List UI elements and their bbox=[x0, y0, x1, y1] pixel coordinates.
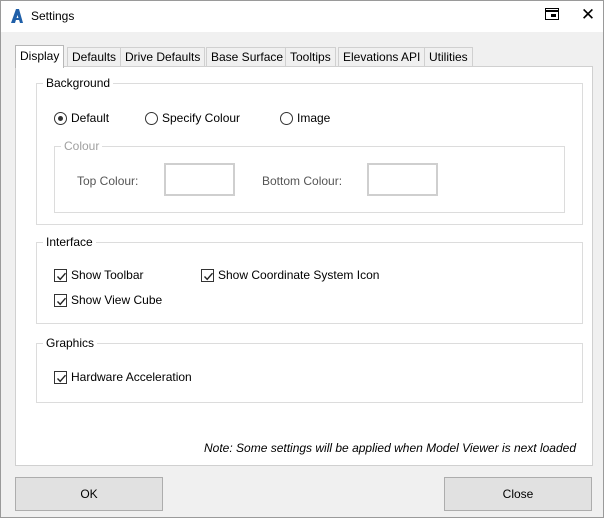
interface-group-title: Interface bbox=[43, 234, 96, 250]
radio-indicator bbox=[280, 111, 293, 125]
close-button[interactable]: Close bbox=[444, 477, 592, 511]
title-bar[interactable]: Settings ✕ bbox=[1, 1, 603, 32]
colour-group: Colour Top Colour: Bottom Colour: bbox=[54, 138, 565, 213]
settings-dialog: Settings ✕ Display Defaults Drive Defaul… bbox=[0, 0, 604, 518]
interface-group: Interface Show Toolbar Show Coordinate S… bbox=[36, 234, 583, 324]
tab-drive-defaults[interactable]: Drive Defaults bbox=[120, 47, 206, 67]
bottom-colour-swatch[interactable] bbox=[367, 163, 438, 196]
restore-window-icon bbox=[545, 8, 559, 20]
checkmark-icon bbox=[56, 374, 67, 382]
checkmark-icon bbox=[56, 272, 67, 280]
hardware-acceleration-label: Hardware Acceleration bbox=[71, 370, 192, 384]
restore-button[interactable] bbox=[538, 3, 566, 25]
show-coordinate-icon-checkbox[interactable]: Show Coordinate System Icon bbox=[201, 267, 379, 283]
top-colour-label: Top Colour: bbox=[77, 174, 139, 188]
tab-display[interactable]: Display bbox=[15, 45, 65, 68]
show-coordinate-icon-label: Show Coordinate System Icon bbox=[218, 268, 380, 282]
display-tab-panel: Background Default Specify Colour Image … bbox=[15, 66, 593, 466]
tab-base-surface[interactable]: Base Surface bbox=[206, 47, 289, 67]
close-window-button[interactable]: ✕ bbox=[574, 3, 602, 25]
graphics-group: Graphics Hardware Acceleration bbox=[36, 335, 583, 403]
autodesk-a-icon bbox=[11, 9, 23, 23]
hardware-acceleration-checkbox[interactable]: Hardware Acceleration bbox=[54, 369, 192, 385]
radio-default-label: Default bbox=[71, 111, 110, 125]
graphics-group-title: Graphics bbox=[43, 335, 98, 351]
background-group: Background Default Specify Colour Image … bbox=[36, 75, 583, 225]
checkbox-box bbox=[54, 268, 67, 282]
close-icon: ✕ bbox=[580, 4, 596, 24]
bottom-colour-label: Bottom Colour: bbox=[262, 174, 343, 188]
checkbox-box bbox=[201, 268, 214, 282]
top-colour-swatch[interactable] bbox=[164, 163, 235, 196]
settings-note: Note: Some settings will be applied when… bbox=[204, 441, 576, 455]
radio-indicator bbox=[54, 111, 67, 125]
checkbox-box bbox=[54, 293, 67, 307]
tab-utilities[interactable]: Utilities bbox=[424, 47, 473, 67]
radio-default[interactable]: Default bbox=[54, 110, 109, 126]
ok-button[interactable]: OK bbox=[15, 477, 163, 511]
checkmark-icon bbox=[56, 297, 67, 305]
radio-image-label: Image bbox=[297, 111, 331, 125]
radio-specify-colour-label: Specify Colour bbox=[162, 111, 241, 125]
checkmark-icon bbox=[203, 272, 214, 280]
tab-tooltips[interactable]: Tooltips bbox=[285, 47, 336, 67]
show-toolbar-checkbox[interactable]: Show Toolbar bbox=[54, 267, 144, 283]
show-toolbar-label: Show Toolbar bbox=[71, 268, 144, 282]
tab-defaults[interactable]: Defaults bbox=[67, 47, 122, 67]
radio-specify-colour[interactable]: Specify Colour bbox=[145, 110, 240, 126]
tab-elevations-api[interactable]: Elevations API bbox=[338, 47, 426, 67]
radio-image[interactable]: Image bbox=[280, 110, 330, 126]
checkbox-box bbox=[54, 370, 67, 384]
radio-indicator bbox=[145, 111, 158, 125]
background-group-title: Background bbox=[43, 75, 114, 91]
show-view-cube-checkbox[interactable]: Show View Cube bbox=[54, 292, 162, 308]
show-view-cube-label: Show View Cube bbox=[71, 293, 163, 307]
colour-group-title: Colour bbox=[61, 138, 103, 154]
window-title: Settings bbox=[31, 9, 75, 23]
